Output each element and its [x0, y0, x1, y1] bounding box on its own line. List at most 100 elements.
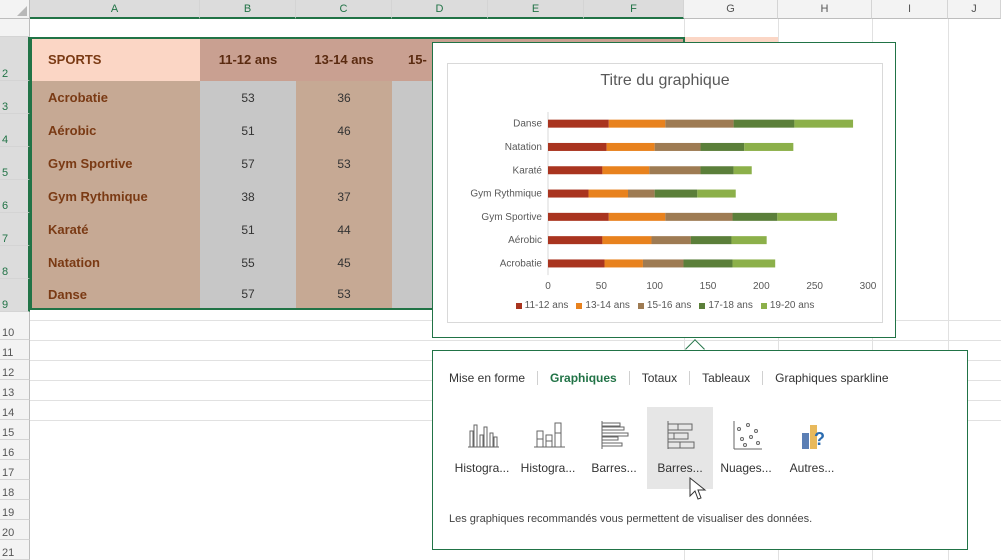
- tab-graphiques-sparkline[interactable]: Graphiques sparkline: [763, 371, 900, 385]
- quick-analysis-description: Les graphiques recommandés vous permette…: [449, 513, 813, 525]
- chart-bar-segment: [548, 166, 603, 175]
- chart-category-label: Aérobic: [508, 235, 542, 246]
- chart-option-histogram-clustered[interactable]: Histogra...: [449, 407, 515, 489]
- row-header-18[interactable]: 18: [0, 480, 30, 500]
- chart-bar-segment: [700, 142, 745, 151]
- chart-bar-segment: [732, 212, 778, 221]
- chart-plot: Danse Natation Karaté Gym Rythmique Gym Spor…: [470, 112, 877, 292]
- legend-swatch: [515, 302, 522, 309]
- chart-bar-segment: [608, 119, 666, 128]
- chart-category-label: Danse: [513, 119, 542, 130]
- chart-category-label: Natation: [505, 142, 542, 153]
- scatter-icon: [733, 421, 762, 450]
- row-header-9[interactable]: 9: [0, 279, 30, 312]
- chart-x-tick-label: 200: [753, 281, 770, 292]
- chart-option-label: Barres...: [657, 461, 703, 475]
- chart-x-tick-label: 150: [700, 281, 717, 292]
- col-header-c[interactable]: C: [296, 0, 392, 19]
- row-header-3[interactable]: 3: [0, 81, 30, 114]
- row-header-13[interactable]: 13: [0, 380, 30, 400]
- col-header-h[interactable]: H: [778, 0, 872, 19]
- chart-option-bar-clustered[interactable]: Barres...: [581, 407, 647, 489]
- row-header-4[interactable]: 4: [0, 114, 30, 147]
- chart-category-label: Acrobatie: [500, 258, 543, 269]
- col-header-e[interactable]: E: [488, 0, 584, 19]
- col-header-f[interactable]: F: [584, 0, 684, 19]
- legend-label: 19-20 ans: [769, 300, 815, 311]
- legend-label: 13-14 ans: [585, 300, 630, 311]
- chart-x-tick-label: 100: [646, 281, 663, 292]
- chart-option-histogram-stacked[interactable]: Histogra...: [515, 407, 581, 489]
- chart-bar-segment: [683, 259, 733, 268]
- chart-bar-segment: [700, 166, 734, 175]
- chart-bar-segment: [548, 236, 603, 245]
- tab-totaux[interactable]: Totaux: [630, 371, 691, 385]
- row-header-11[interactable]: 11: [0, 340, 30, 360]
- row-header-14[interactable]: 14: [0, 400, 30, 420]
- col-header-d[interactable]: D: [392, 0, 488, 19]
- chart-bar-segment: [602, 236, 652, 245]
- legend-swatch: [699, 302, 706, 309]
- chart-bar-segment: [642, 259, 684, 268]
- clustered-column-icon: [468, 424, 499, 448]
- chart-bar-segment: [665, 119, 734, 128]
- chart-bar-segment: [649, 166, 701, 175]
- more-charts-icon: ?: [802, 425, 825, 449]
- svg-text:?: ?: [814, 429, 825, 449]
- row-header-5[interactable]: 5: [0, 147, 30, 180]
- chart-bar-segment: [794, 119, 854, 128]
- legend-label: 17-18 ans: [708, 300, 753, 311]
- chart-bar-segment: [588, 189, 628, 198]
- chart-option-label: Autres...: [789, 461, 835, 475]
- row-header-12[interactable]: 12: [0, 360, 30, 380]
- row-header-6[interactable]: 6: [0, 180, 30, 213]
- tab-graphiques[interactable]: Graphiques: [538, 371, 630, 385]
- chart-option-label: Nuages...: [720, 461, 772, 475]
- chart-bar-segment: [651, 236, 691, 245]
- col-header-j[interactable]: J: [948, 0, 1001, 19]
- chart-bar-segment: [697, 189, 736, 198]
- chart-x-tick-label: 50: [596, 281, 608, 292]
- tab-mise-en-forme[interactable]: Mise en forme: [449, 371, 539, 385]
- col-header-b[interactable]: B: [200, 0, 296, 19]
- chart-legend: 11-12 ans 13-14 ans 15-16 ans 17-18 ans 19-2…: [448, 300, 882, 311]
- legend-label: 15-16 ans: [646, 300, 692, 311]
- stacked-bar-icon: [667, 421, 695, 449]
- legend-item: 19-20 ans: [760, 300, 815, 311]
- chart-bar-segment: [548, 259, 605, 268]
- chart-bar-segment: [548, 212, 609, 221]
- chart-x-tick-label: 0: [545, 281, 551, 292]
- chart-option-more[interactable]: ? Autres...: [779, 407, 845, 489]
- row-header-17[interactable]: 17: [0, 460, 30, 480]
- row-header-2[interactable]: 2: [0, 37, 30, 81]
- chart-category-label: Gym Rythmique: [470, 189, 542, 200]
- col-header-i[interactable]: I: [872, 0, 948, 19]
- select-all-corner[interactable]: [0, 0, 30, 19]
- chart-option-label: Barres...: [591, 461, 637, 475]
- chart-bar-segment: [665, 212, 733, 221]
- chart-bar-segment: [604, 259, 643, 268]
- row-header-16[interactable]: 16: [0, 440, 30, 460]
- legend-swatch: [760, 302, 767, 309]
- row-header-21[interactable]: 21: [0, 540, 30, 560]
- row-header-8[interactable]: 8: [0, 246, 30, 279]
- chart-bar-segment: [733, 166, 752, 175]
- clustered-bar-icon: [601, 421, 629, 449]
- chart-option-scatter[interactable]: Nuages...: [713, 407, 779, 489]
- row-header-1[interactable]: [0, 19, 30, 37]
- chart-bar-segment: [777, 212, 838, 221]
- chart-area: Titre du graphique Danse Natation Karaté Gy…: [447, 63, 883, 323]
- row-header-10[interactable]: 10: [0, 312, 30, 340]
- tab-tableaux[interactable]: Tableaux: [690, 371, 764, 385]
- row-header-19[interactable]: 19: [0, 500, 30, 520]
- chart-type-options: Histogra... Histogra... Barres... Barres…: [449, 407, 845, 489]
- col-header-g[interactable]: G: [684, 0, 778, 19]
- row-header-20[interactable]: 20: [0, 520, 30, 540]
- legend-swatch: [576, 302, 583, 309]
- chart-option-label: Histogra...: [520, 461, 576, 475]
- row-header-7[interactable]: 7: [0, 213, 30, 246]
- chart-bar-segment: [548, 142, 607, 151]
- col-header-a[interactable]: A: [30, 0, 200, 19]
- row-header-15[interactable]: 15: [0, 420, 30, 440]
- legend-label: 11-12 ans: [524, 300, 569, 311]
